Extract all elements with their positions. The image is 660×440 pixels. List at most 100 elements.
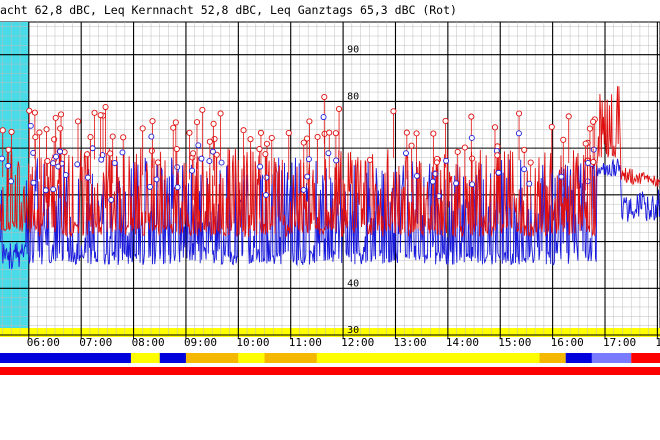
peak-marker-red (516, 110, 523, 117)
peak-marker-blue (468, 134, 475, 141)
time-bar-row1-seg-2 (159, 353, 186, 363)
peak-marker-red (454, 148, 461, 155)
x-tick-label: 12:00 (341, 336, 374, 349)
peak-marker-blue (195, 142, 202, 149)
peak-marker-red (149, 118, 156, 125)
peak-marker-red (199, 106, 206, 113)
peak-marker-red (74, 118, 82, 125)
peak-marker-blue (453, 180, 460, 187)
peak-marker-red (521, 146, 528, 153)
peak-marker-red (548, 123, 555, 130)
x-tick-label: 11:00 (289, 336, 322, 349)
peak-marker-red (154, 159, 162, 166)
y-tick-label: 80 (347, 91, 359, 102)
peak-marker-blue (263, 192, 269, 198)
x-tick-label: 13:00 (393, 336, 426, 349)
x-tick-label: 16:00 (551, 336, 584, 349)
time-bar-row1-seg-1 (130, 353, 160, 363)
peak-marker-red (43, 126, 50, 133)
y-tick-label: 40 (347, 278, 359, 289)
x-tick-label: 15:00 (498, 336, 531, 349)
peak-marker-red (256, 146, 263, 153)
peak-marker-red (190, 150, 197, 157)
peak-marker-red (97, 112, 104, 119)
peak-marker-red (84, 151, 91, 158)
peak-marker-red (366, 156, 374, 163)
peak-marker-red (321, 93, 328, 101)
peak-marker-red (193, 119, 201, 126)
peak-marker-red (186, 129, 193, 136)
peak-marker-blue (62, 172, 69, 178)
peak-marker-red (0, 127, 6, 134)
peak-marker-red (173, 145, 180, 153)
peak-marker-blue (108, 196, 115, 203)
peak-marker-blue (174, 184, 181, 191)
peak-marker-red (590, 158, 597, 165)
time-bar-row1-seg-10 (631, 353, 660, 363)
peak-marker-red (247, 136, 254, 143)
peak-marker-red (107, 150, 114, 157)
peak-marker-blue (263, 174, 270, 181)
peak-marker-blue (209, 148, 216, 155)
peak-marker-blue (325, 150, 332, 157)
peak-marker-blue (50, 186, 57, 193)
peak-marker-blue (304, 173, 311, 180)
peak-marker-blue (403, 150, 409, 157)
peak-marker-red (336, 105, 343, 112)
peak-marker-red (433, 159, 440, 166)
peak-marker-blue (257, 163, 264, 170)
peak-marker-blue (198, 155, 205, 162)
peak-marker-blue (50, 160, 57, 167)
peak-marker-blue (57, 148, 63, 155)
peak-marker-red (91, 109, 98, 116)
peak-marker-red (26, 107, 33, 114)
x-tick-label: 17:00 (603, 336, 636, 349)
peak-marker-red (5, 146, 12, 153)
peak-marker-red (586, 125, 593, 132)
peak-marker-red (206, 138, 213, 145)
peak-marker-red (494, 152, 501, 159)
peak-marker-blue (469, 181, 476, 188)
peak-marker-blue (189, 167, 196, 174)
peak-marker-red (442, 117, 449, 125)
peak-marker-blue (119, 149, 126, 156)
y-tick-label: 90 (347, 45, 359, 56)
peak-marker-blue (521, 166, 528, 173)
peak-marker-blue (147, 183, 153, 190)
peak-marker-red (172, 119, 179, 126)
peak-marker-red (148, 147, 155, 154)
peak-marker-red (31, 109, 38, 116)
peak-marker-red (57, 111, 65, 118)
peak-marker-blue (42, 187, 49, 194)
peak-marker-blue (515, 130, 522, 137)
peak-marker-red (306, 118, 313, 125)
peak-marker-blue (590, 146, 597, 153)
x-tick-label: 10:00 (236, 336, 269, 349)
time-bar-row1-seg-9 (591, 353, 632, 363)
x-tick-label: 06:00 (27, 336, 60, 349)
peak-marker-blue (413, 172, 420, 179)
peak-marker-red (468, 113, 475, 120)
time-bar-row1-seg-5 (264, 353, 317, 363)
time-bar-row2-seg-0 (0, 367, 660, 375)
peak-marker-blue (305, 156, 312, 163)
peak-marker-red (565, 113, 572, 120)
peak-marker-red (109, 133, 116, 140)
peak-marker-red (560, 136, 567, 143)
peak-marker-blue (429, 178, 436, 185)
peak-marker-red (403, 129, 410, 136)
peak-marker-red (139, 125, 146, 132)
peak-marker-red (469, 155, 476, 162)
peak-marker-red (262, 151, 269, 158)
peak-marker-red (44, 157, 51, 165)
peak-marker-blue (8, 178, 14, 185)
peak-marker-blue (111, 160, 118, 167)
peak-marker-red (461, 144, 468, 151)
peak-marker-blue (585, 160, 592, 166)
peak-marker-blue (320, 114, 327, 121)
peak-marker-red (326, 129, 333, 136)
peak-marker-red (170, 124, 177, 131)
peak-marker-red (210, 120, 217, 127)
peak-marker-red (257, 129, 265, 136)
peak-marker-blue (27, 122, 34, 129)
